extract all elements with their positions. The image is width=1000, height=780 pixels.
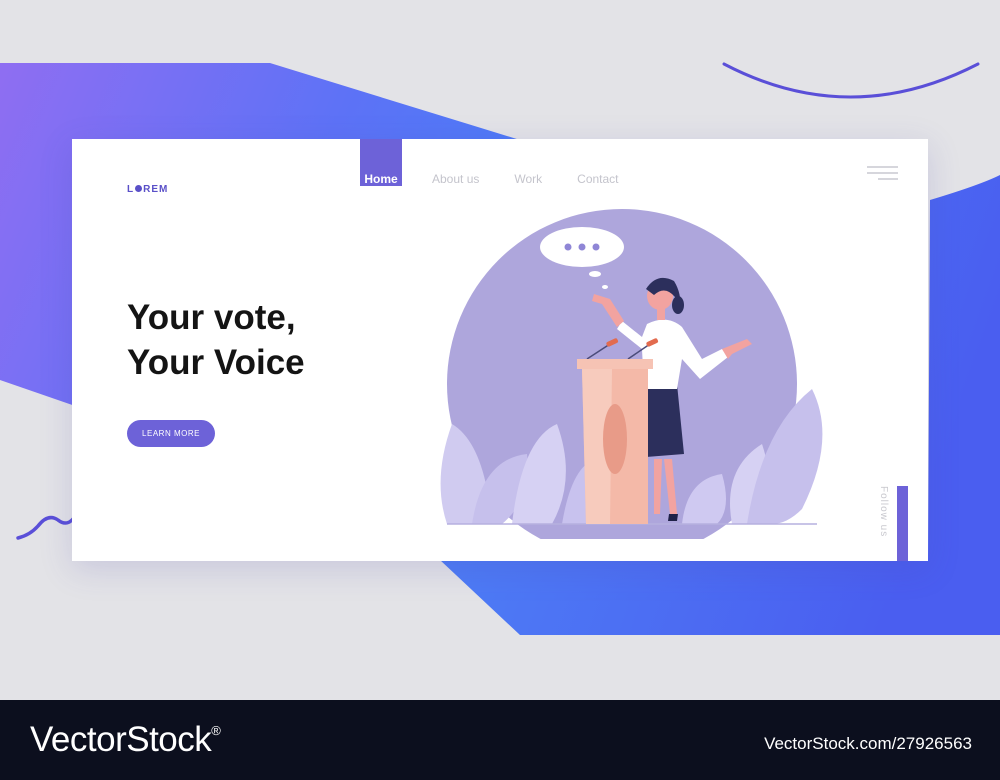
logo-letter: L [127, 184, 135, 195]
landing-card: L REM Home About us Work Contact Your vot… [72, 139, 928, 561]
podium [577, 338, 659, 524]
logo-letters: REM [143, 184, 169, 195]
nav-work-label: Work [514, 172, 543, 186]
logo[interactable]: L REM [127, 184, 168, 195]
hero-headline: Your vote, Your Voice [127, 295, 305, 385]
nav-about-label: About us [432, 172, 480, 186]
stage: L REM Home About us Work Contact Your vot… [0, 0, 1000, 700]
registered-mark: ® [211, 723, 221, 738]
nav-work[interactable]: Work [514, 139, 542, 186]
nav-about[interactable]: About us [432, 139, 479, 186]
watermark-url: VectorStock.com/27926563 [764, 734, 972, 753]
speaker-illustration [440, 209, 823, 539]
watermark-brand: VectorStock® [30, 720, 221, 760]
arc-decoration [722, 62, 980, 99]
nav-contact[interactable]: Contact [577, 139, 618, 186]
main-nav: Home About us Work Contact [360, 139, 654, 186]
watermark-brand-text: VectorStock [30, 720, 212, 759]
nav-contact-label: Contact [577, 172, 619, 186]
nav-home[interactable]: Home [360, 139, 402, 186]
watermark-footer: VectorStock® VectorStock.com/27926563 [0, 700, 1000, 780]
learn-more-button[interactable]: LEARN MORE [127, 420, 215, 447]
hamburger-icon[interactable] [867, 166, 898, 184]
logo-dot-icon [135, 185, 143, 193]
nav-home-label: Home [364, 172, 398, 186]
follow-us-label[interactable]: Follow us [878, 486, 889, 537]
headline-line-2: Your Voice [127, 343, 305, 382]
headline-line-1: Your vote, [127, 298, 296, 337]
follow-us-bar [897, 486, 908, 561]
